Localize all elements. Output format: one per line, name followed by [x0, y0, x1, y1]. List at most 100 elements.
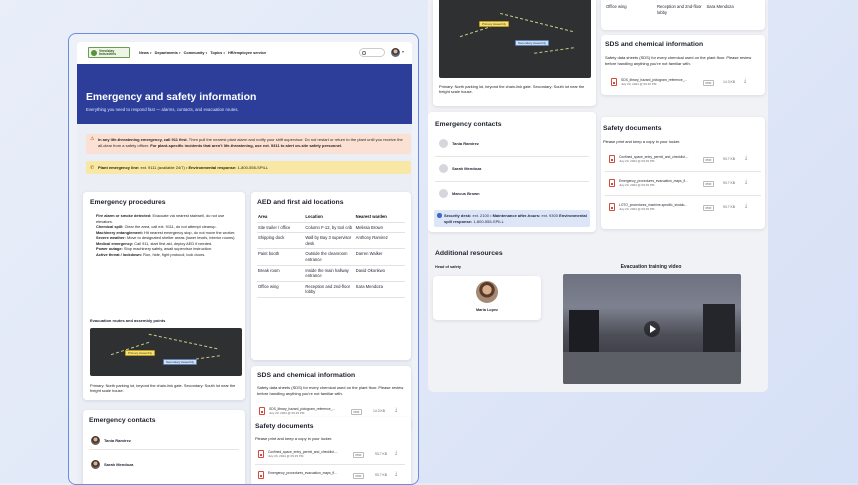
right-screen-frame: Primary Assembly Secondary Assembly Prim…	[428, 0, 768, 392]
search-input[interactable]	[359, 48, 385, 57]
file-size: 93.7 KB	[723, 181, 736, 185]
aed-table: Office wing Reception and 2nd-floor lobb…	[605, 2, 755, 17]
file-type-badge: PDF	[703, 157, 714, 163]
nav-hr-services[interactable]: HR/employee service	[228, 51, 266, 55]
download-icon[interactable]: ⤓	[395, 407, 397, 413]
avatar	[91, 460, 100, 469]
evacuation-map[interactable]: Primary Assembly Secondary Assembly	[90, 328, 242, 376]
person-icon	[439, 164, 448, 173]
document-file-date: July 20, 2024 @ 09:15 PM	[268, 454, 304, 458]
contact-name[interactable]: Tania Ramirez	[104, 438, 131, 443]
pdf-file-icon	[259, 407, 265, 415]
list-item: Active threat / lockdown: Run, hide, fig…	[96, 251, 206, 257]
alert-bold-tail: For plant-specific incidents that aren’t…	[150, 142, 343, 148]
file-size: 93.7 KB	[375, 452, 388, 456]
contact-name[interactable]: Marcus Brown	[452, 191, 480, 196]
primary-assembly-marker: Primary Assembly	[479, 21, 510, 27]
play-button[interactable]	[644, 321, 660, 337]
chevron-down-icon: ▾	[149, 51, 152, 55]
table-header-row: Area Location Nearest warden	[257, 212, 405, 223]
env-label: Environmental response:	[188, 165, 237, 170]
contact-name[interactable]: Sarah Mendoza	[104, 462, 133, 467]
avatar[interactable]	[391, 48, 400, 57]
download-icon[interactable]: ⤓	[395, 450, 397, 456]
nav-community[interactable]: Community	[184, 51, 205, 55]
file-type-badge: PDF	[353, 452, 364, 458]
chevron-down-icon[interactable]: ▾	[402, 49, 404, 54]
procedures-card: Emergency procedures Fire alarm or smoke…	[83, 192, 245, 400]
contact-name[interactable]: Sarah Mendoza	[452, 166, 481, 171]
documents-card: Safety documents Please print and keep a…	[601, 117, 765, 229]
sds-file-date: July 20, 2024 @ 09:15 PM	[621, 82, 657, 86]
hotline-label: Plant emergency line:	[98, 165, 140, 170]
routes-caption: Primary: North parking lot, beyond the c…	[90, 383, 236, 394]
env-spill-value: 1-800-555-SPILL	[473, 218, 504, 224]
sds-text: Safety data sheets (SDS) for every chemi…	[605, 55, 752, 66]
table-row: Office wing Reception and 2nd-floor lobby…	[257, 281, 405, 298]
file-size: 93.7 KB	[375, 473, 388, 477]
documents-intro: Please print and keep a copy in your loc…	[603, 139, 681, 144]
security-banner: Security desk: ext. 2100 • Maintenance a…	[434, 210, 590, 227]
logo-mark-icon	[90, 50, 97, 56]
sds-title: SDS and chemical information	[257, 372, 356, 379]
aed-card: Office wing Reception and 2nd-floor lobb…	[601, 0, 765, 30]
nav-news[interactable]: News	[139, 51, 149, 55]
head-of-safety-label: Head of safety	[435, 265, 461, 269]
site-logo[interactable]: Vendzlay Industries	[88, 47, 130, 58]
alert-lead: In any life-threatening emergency, call …	[98, 137, 188, 142]
documents-card: Safety documents Please print and keep a…	[251, 417, 411, 484]
table-row: Paint booth Outside the cleanroom entranc…	[257, 248, 405, 266]
resources-title: Additional resources	[435, 250, 503, 257]
pdf-file-icon	[258, 450, 264, 458]
sds-title: SDS and chemical information	[605, 41, 704, 48]
column-header: Location	[304, 212, 355, 223]
avatar	[476, 281, 498, 303]
play-icon	[650, 325, 656, 333]
aed-title: AED and first aid locations	[257, 199, 344, 206]
chevron-down-icon: ▾	[223, 51, 225, 55]
hotline-value: ext. 9111 (available 24/7)	[140, 165, 185, 170]
evacuation-map[interactable]: Primary Assembly Secondary Assembly	[439, 0, 591, 78]
table-row: Site trailer / office Column F-12, by too…	[257, 222, 405, 234]
primary-assembly-marker: Primary Assembly	[125, 350, 156, 356]
documents-title: Safety documents	[255, 423, 314, 430]
chevron-down-icon: ▾	[178, 51, 181, 55]
secondary-assembly-marker: Secondary Assembly	[163, 359, 198, 365]
info-icon	[437, 213, 442, 218]
download-icon[interactable]: ⤓	[395, 471, 397, 477]
nav-departments[interactable]: Departments	[155, 51, 178, 55]
documents-intro: Please print and keep a copy in your loc…	[255, 436, 333, 441]
contacts-card: Emergency contacts Tania Ramirez Sarah M…	[428, 112, 596, 232]
file-size: 14.3 KB	[723, 80, 736, 84]
aed-table: Area Location Nearest warden Site traile…	[257, 212, 405, 298]
training-video[interactable]	[563, 274, 741, 384]
table-row: Break room Inside the main hallway entran…	[257, 265, 405, 282]
sds-text: Safety data sheets (SDS) for every chemi…	[257, 385, 404, 396]
download-icon[interactable]: ⤓	[745, 155, 747, 161]
download-icon[interactable]: ⤓	[744, 78, 746, 84]
logo-text: Vendzlay Industries	[99, 48, 117, 57]
person-icon	[439, 139, 448, 148]
hotline-banner: ✆ Plant emergency line: ext. 9111 (avail…	[86, 161, 411, 174]
hero-banner: Emergency and safety information Everyth…	[77, 64, 412, 124]
nav-topics[interactable]: Topics	[210, 51, 222, 55]
contact-name[interactable]: Tania Ramirez	[452, 141, 479, 146]
file-type-badge: PDF	[703, 181, 714, 187]
file-type-badge: PDF	[351, 409, 362, 415]
table-row: Shipping dock Wall by Bay 3 supervisor de…	[257, 232, 405, 250]
sds-card: SDS and chemical information Safety data…	[601, 35, 765, 95]
file-size: 93.7 KB	[723, 205, 736, 209]
procedures-title: Emergency procedures	[90, 199, 166, 206]
head-of-safety-card[interactable]: Maria Lopez	[433, 276, 541, 320]
document-file-name[interactable]: Emergency_procedures_evacuation_maps_fl.…	[268, 471, 350, 475]
download-icon[interactable]: ⤓	[745, 203, 747, 209]
column-header: Nearest warden	[354, 212, 405, 223]
aed-card: AED and first aid locations Area Locatio…	[251, 192, 411, 360]
file-size: 93.7 KB	[723, 157, 736, 161]
contacts-card: Emergency contacts Tania Ramirez Sarah M…	[83, 410, 245, 484]
page-subtitle: Everything you need to respond fast — al…	[86, 107, 239, 112]
security-value: ext. 2100	[472, 213, 489, 218]
download-icon[interactable]: ⤓	[745, 179, 747, 185]
top-nav: Vendzlay Industries News ▾ Departments ▾…	[77, 42, 412, 64]
pdf-file-icon	[609, 179, 615, 187]
